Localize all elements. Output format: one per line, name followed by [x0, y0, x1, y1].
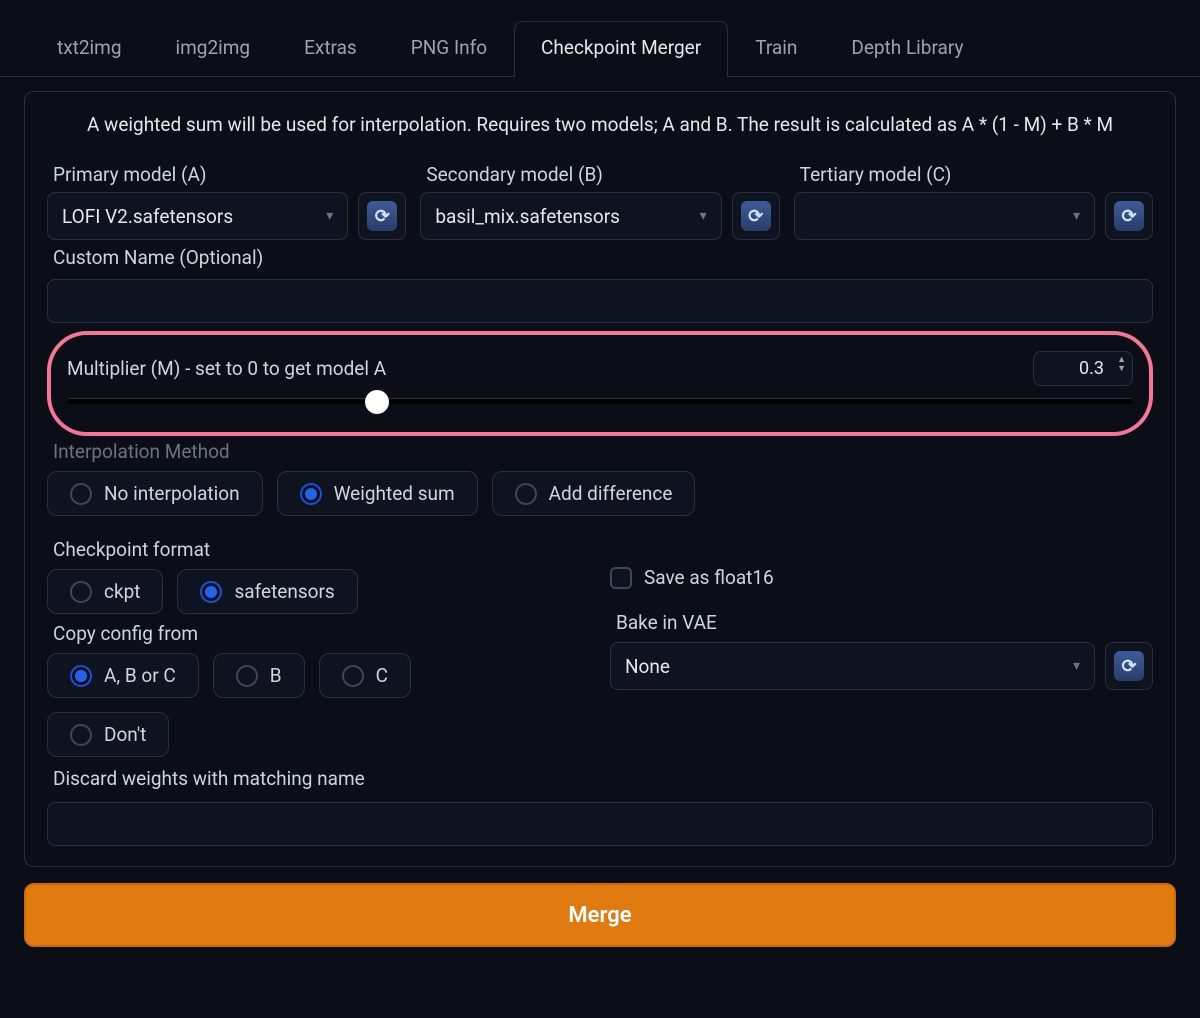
radio-label: Add difference	[549, 482, 673, 505]
discard-weights-label: Discard weights with matching name	[53, 767, 1153, 790]
button-label: Merge	[568, 903, 631, 928]
radio-icon	[515, 483, 537, 505]
refresh-icon: ⟳	[1114, 651, 1144, 681]
save-float16-checkbox[interactable]	[610, 567, 632, 589]
multiplier-slider[interactable]	[67, 398, 1133, 404]
radio-no-interpolation[interactable]: No interpolation	[47, 471, 263, 516]
tab-extras[interactable]: Extras	[277, 21, 384, 77]
radio-icon	[70, 483, 92, 505]
interpolation-method-label: Interpolation Method	[53, 440, 1153, 463]
refresh-primary-button[interactable]: ⟳	[358, 192, 406, 240]
tab-label: Checkpoint Merger	[541, 36, 701, 59]
radio-copy-b[interactable]: B	[213, 653, 305, 698]
radio-label: No interpolation	[104, 482, 240, 505]
radio-icon	[200, 581, 222, 603]
copy-config-label: Copy config from	[53, 622, 590, 645]
bake-vae-select[interactable]: None ▾	[610, 642, 1095, 690]
secondary-model-select[interactable]: basil_mix.safetensors ▾	[420, 192, 721, 240]
tertiary-model-select[interactable]: ▾	[794, 192, 1095, 240]
multiplier-highlight: Multiplier (M) - set to 0 to get model A…	[47, 331, 1153, 436]
multiplier-label: Multiplier (M) - set to 0 to get model A	[67, 357, 386, 380]
custom-name-label: Custom Name (Optional)	[53, 246, 1153, 269]
multiplier-value-input[interactable]: 0.3 ▲▼	[1033, 351, 1133, 386]
radio-label: B	[270, 664, 282, 687]
tab-train[interactable]: Train	[728, 21, 824, 77]
panel-description: A weighted sum will be used for interpol…	[47, 110, 1153, 139]
refresh-icon: ⟳	[741, 201, 771, 231]
tab-label: txt2img	[57, 36, 122, 59]
tab-label: Train	[755, 36, 797, 59]
tab-pnginfo[interactable]: PNG Info	[384, 21, 514, 77]
primary-model-select[interactable]: LOFI V2.safetensors ▾	[47, 192, 348, 240]
radio-icon	[70, 581, 92, 603]
radio-ckpt[interactable]: ckpt	[47, 569, 163, 614]
refresh-icon: ⟳	[367, 201, 397, 231]
tab-label: Extras	[304, 36, 357, 59]
radio-icon	[300, 483, 322, 505]
refresh-tertiary-button[interactable]: ⟳	[1105, 192, 1153, 240]
select-value: LOFI V2.safetensors	[62, 205, 233, 228]
radio-label: safetensors	[234, 580, 334, 603]
stepper-icons[interactable]: ▲▼	[1117, 356, 1126, 374]
tab-label: img2img	[176, 36, 251, 59]
radio-label: ckpt	[104, 580, 140, 603]
tab-bar: txt2img img2img Extras PNG Info Checkpoi…	[0, 0, 1200, 77]
radio-label: A, B or C	[104, 664, 176, 687]
tab-label: PNG Info	[411, 36, 487, 59]
chevron-down-icon: ▾	[1073, 208, 1080, 224]
radio-label: Weighted sum	[334, 482, 455, 505]
tab-img2img[interactable]: img2img	[149, 21, 278, 77]
custom-name-input[interactable]	[47, 279, 1153, 323]
radio-label: C	[376, 664, 388, 687]
select-value: None	[625, 655, 670, 678]
radio-copy-c[interactable]: C	[319, 653, 411, 698]
radio-weighted-sum[interactable]: Weighted sum	[277, 471, 478, 516]
value: 0.3	[1079, 358, 1104, 379]
select-value: basil_mix.safetensors	[435, 205, 620, 228]
tab-depth-library[interactable]: Depth Library	[824, 21, 990, 77]
tab-txt2img[interactable]: txt2img	[30, 21, 149, 77]
secondary-model-label: Secondary model (B)	[426, 163, 779, 186]
checkpoint-merger-panel: A weighted sum will be used for interpol…	[24, 91, 1176, 867]
primary-model-label: Primary model (A)	[53, 163, 406, 186]
radio-icon	[236, 665, 258, 687]
tertiary-model-label: Tertiary model (C)	[800, 163, 1153, 186]
chevron-down-icon: ▾	[1073, 658, 1080, 674]
radio-label: Don't	[104, 723, 146, 746]
chevron-down-icon: ▾	[326, 208, 333, 224]
refresh-secondary-button[interactable]: ⟳	[732, 192, 780, 240]
discard-weights-input[interactable]	[47, 802, 1153, 846]
radio-safetensors[interactable]: safetensors	[177, 569, 357, 614]
radio-icon	[342, 665, 364, 687]
merge-button[interactable]: Merge	[24, 883, 1176, 947]
refresh-icon: ⟳	[1114, 201, 1144, 231]
tab-checkpoint-merger[interactable]: Checkpoint Merger	[514, 21, 728, 77]
radio-icon	[70, 724, 92, 746]
refresh-vae-button[interactable]: ⟳	[1105, 642, 1153, 690]
radio-copy-abc[interactable]: A, B or C	[47, 653, 199, 698]
radio-icon	[70, 665, 92, 687]
bake-vae-label: Bake in VAE	[616, 611, 1153, 634]
tab-label: Depth Library	[851, 36, 963, 59]
checkpoint-format-label: Checkpoint format	[53, 538, 590, 561]
save-float16-label: Save as float16	[644, 566, 774, 589]
radio-add-difference[interactable]: Add difference	[492, 471, 696, 516]
slider-thumb[interactable]	[365, 390, 389, 414]
radio-copy-dont[interactable]: Don't	[47, 712, 169, 757]
chevron-down-icon: ▾	[700, 208, 707, 224]
